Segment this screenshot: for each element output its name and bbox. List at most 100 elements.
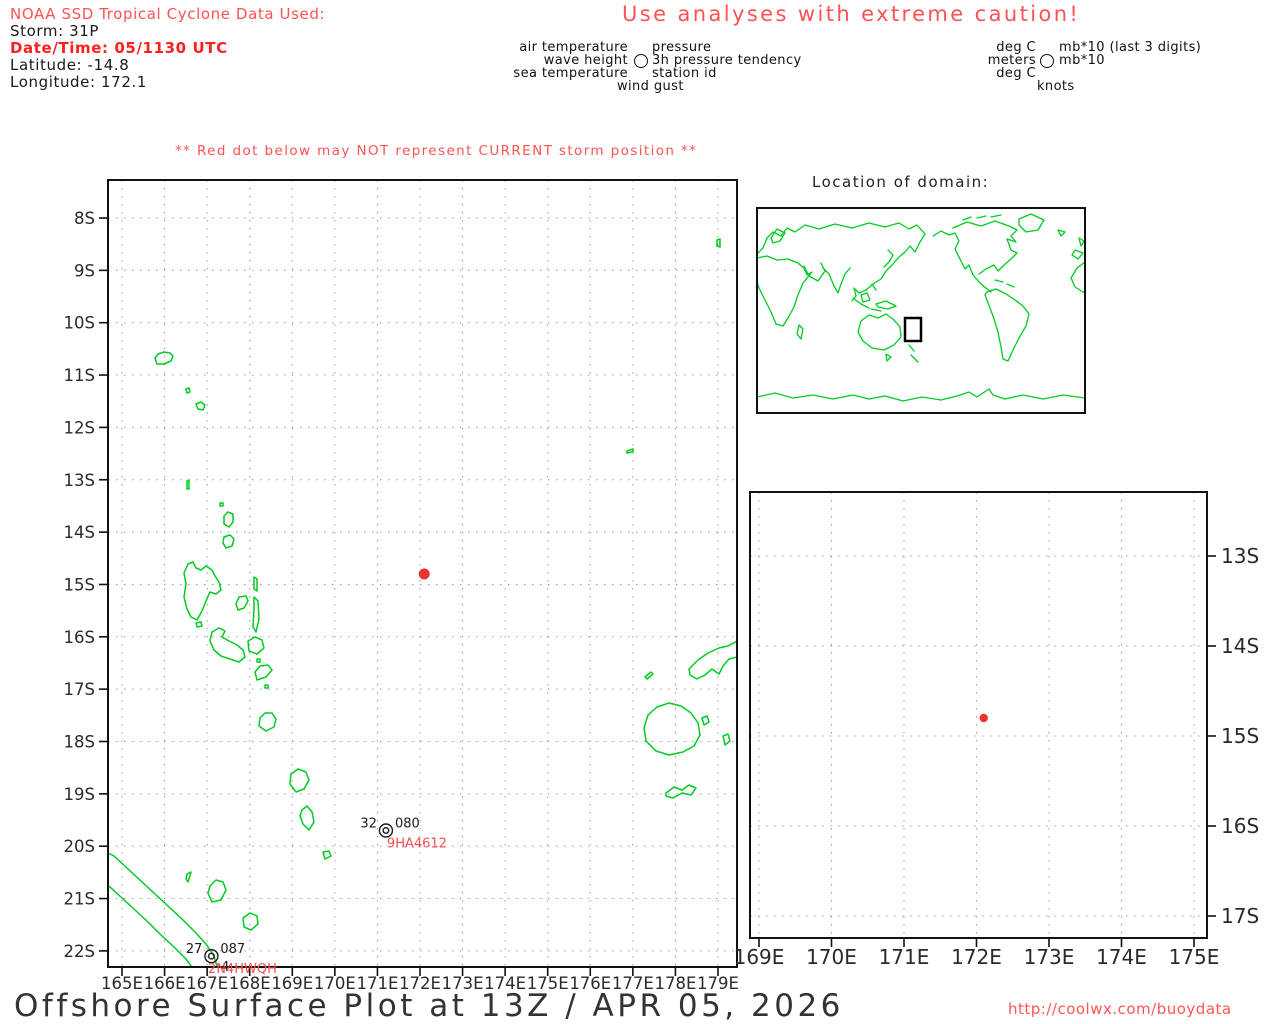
main-map-coastlines [108, 238, 737, 967]
world-coastlines [756, 213, 1086, 402]
coastline-pentecost [252, 596, 260, 633]
lat-tick-label: 16S [64, 628, 95, 647]
lat-tick-label: 16S [1221, 814, 1259, 838]
coastline-aneityum [322, 850, 332, 860]
lon-tick-label: 173E [1024, 945, 1075, 969]
lat-tick-label: 21S [64, 890, 95, 909]
coastline-islet [186, 479, 190, 490]
coastline-maewo [253, 576, 258, 592]
coastline-mare [242, 912, 259, 931]
plot-title: Offshore Surface Plot at 13Z / APR 05, 2… [14, 988, 844, 1024]
coastline-vanua-lava [223, 511, 234, 528]
storm-latitude-line: Latitude: -14.8 [10, 56, 130, 74]
coastline-espiritu-santo [183, 561, 222, 621]
units-wind-gust-label: knots [1037, 79, 1075, 94]
storm-position-warning: ** Red dot below may NOT represent CURRE… [175, 143, 698, 159]
station-circle-icon [1040, 54, 1054, 68]
lat-tick-label: 11S [64, 366, 95, 385]
coastline-yasawa [644, 671, 654, 680]
lat-tick-label: 15S [1221, 724, 1259, 748]
coastline-erromango [289, 768, 310, 793]
coastline-islet [626, 448, 634, 454]
legend-wind-gust-label: wind gust [617, 79, 684, 94]
coastline-ovalau [701, 715, 710, 726]
world-inset-map [756, 207, 1086, 414]
lat-tick-label: 22S [64, 942, 95, 961]
inset-frame [756, 207, 1086, 414]
lat-tick-label: 14S [64, 523, 95, 542]
coastline-islet [195, 401, 206, 411]
lat-tick-label: 17S [1221, 904, 1259, 928]
legend-station-id-label: station id [652, 66, 717, 81]
lon-tick-label: 171E [879, 945, 930, 969]
lat-tick-label: 10S [64, 314, 95, 333]
coastline-epi [254, 664, 273, 681]
lat-tick-label: 14S [1221, 634, 1259, 658]
lat-tick-label: 19S [64, 785, 95, 804]
lat-tick-label: 8S [74, 209, 95, 228]
lon-tick-label: 174E [1096, 945, 1147, 969]
coastline-ambae [235, 595, 249, 611]
coastline-gau [722, 733, 731, 746]
source-url: http://coolwx.com/buoydata [1008, 1000, 1232, 1018]
coastline-viti-levu [643, 702, 701, 756]
coastline-vanua-levu [688, 640, 737, 680]
coastline-gaua [222, 534, 235, 549]
storm-position-dot [418, 568, 430, 580]
lon-tick-label: 172E [951, 945, 1002, 969]
caution-banner: Use analyses with extreme caution! [622, 2, 1081, 26]
lat-tick-label: 13S [1221, 544, 1259, 568]
lat-tick-label: 17S [64, 680, 95, 699]
coastline-paama [256, 658, 261, 663]
coastline-tongoa [264, 684, 269, 689]
zoom-map-grid [750, 492, 1207, 938]
station-plot: 27 087-42N4HWQH [186, 942, 277, 977]
station-air-temp: 27 [186, 942, 203, 957]
zoom-map: 169E 170E 171E 172E 173E 174E 175E 13S 14S 15S 16S… [734, 491, 1259, 969]
main-map-overlay: 165E 166E 167E 168E 169E 170E 171E 172E 173E 174E… [64, 209, 739, 993]
coastline-lifou [207, 879, 227, 903]
storm-datetime-line: Date/Time: 05/1130 UTC [10, 39, 228, 57]
lat-tick-label: 20S [64, 837, 95, 856]
storm-id-line: Storm: 31P [10, 22, 100, 40]
units-sea-temp-label: deg C [996, 66, 1036, 81]
storm-position-dot [979, 713, 988, 723]
lon-tick-label: 169E [734, 945, 785, 969]
coastline-malo [195, 621, 203, 628]
coastline-efate [258, 712, 277, 732]
storm-info-block: NOAA SSD Tropical Cyclone Data Used: Sto… [10, 6, 325, 91]
coastline-tanna [299, 805, 315, 831]
lat-tick-label: 12S [64, 418, 95, 437]
lat-tick-label: 13S [64, 471, 95, 490]
lat-tick-label: 9S [74, 261, 95, 280]
coastline-kadavu [665, 784, 697, 799]
storm-longitude-line: Longitude: 172.1 [10, 73, 147, 91]
station-pressure: 080 [395, 817, 420, 832]
buoy-plot-page: NOAA SSD Tropical Cyclone Data Used: Sto… [0, 0, 1280, 1024]
coastline-santa-cruz [154, 351, 174, 365]
station-inner-circle-icon [382, 827, 390, 835]
lat-tick-label: 15S [64, 575, 95, 594]
lon-tick-label: 175E [1169, 945, 1220, 969]
station-air-temp: 32 [360, 817, 377, 832]
coastline-islet [219, 502, 224, 507]
coastline-islet [716, 238, 721, 248]
main-map: 165E 166E 167E 168E 169E 170E 171E 172E 173E 174E… [64, 179, 739, 993]
station-id: 9HA4612 [387, 837, 447, 852]
storm-source-line: NOAA SSD Tropical Cyclone Data Used: [10, 5, 326, 23]
coastline-islet [185, 387, 191, 394]
coastline-ambrym [247, 636, 265, 655]
station-pressure: 087 [220, 942, 245, 957]
station-circle-icon [634, 54, 648, 68]
units-pressure-tendency-label: mb*10 [1059, 53, 1105, 68]
station-id: 2N4HWQH [208, 962, 277, 977]
coastline-malakula [209, 627, 246, 663]
lat-tick-label: 18S [64, 733, 95, 752]
lon-tick-label: 170E [806, 945, 857, 969]
inset-title: Location of domain: [812, 173, 990, 191]
legend-sea-temperature-label: sea temperature [513, 66, 628, 81]
zoom-map-overlay: 169E 170E 171E 172E 173E 174E 175E 13S 14S 15S 16S… [734, 544, 1260, 969]
station-circle-icon [378, 823, 394, 838]
zoom-map-frame [749, 491, 1208, 939]
domain-rectangle [903, 316, 923, 343]
